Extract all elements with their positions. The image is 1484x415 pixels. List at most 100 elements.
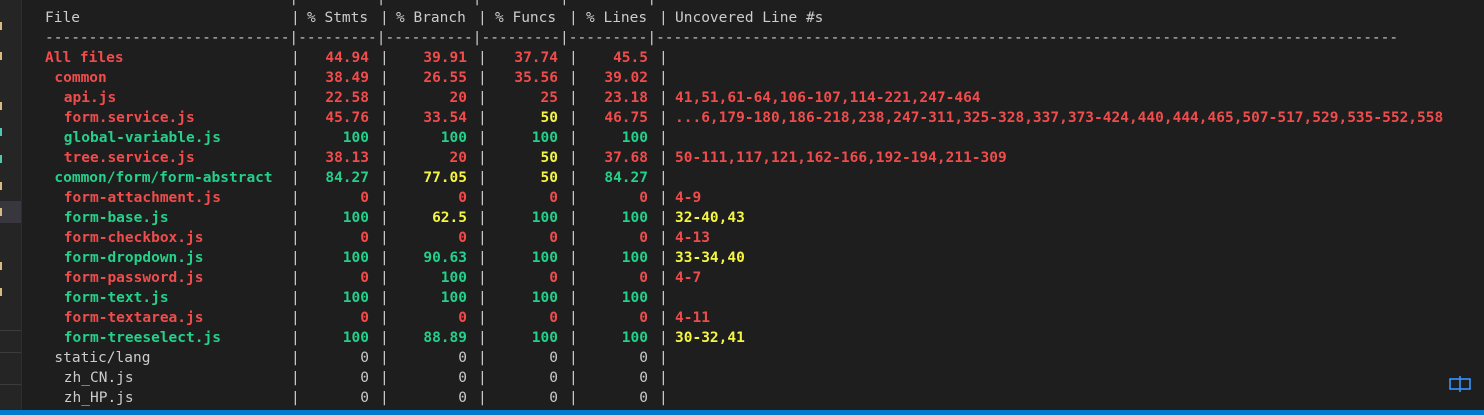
branch-value: 20 [449,90,467,106]
column-divider: | [659,250,668,266]
change-marker [0,155,2,163]
stmts-value: 0 [360,350,369,366]
uncovered-lines: 4-13 [675,230,710,246]
column-divider: | [569,330,578,346]
column-divider: | [478,370,487,386]
stmts-value: 0 [360,230,369,246]
file-name: form-checkbox.js [63,230,204,246]
table-row[interactable]: form.service.js 45.76 33.54 50 46.75 ...6,179… [21,108,1484,128]
table-row[interactable]: zh_HP.js 0 0 0 0 | | | | | [21,388,1484,408]
funcs-value: 37.74 [514,50,558,66]
funcs-value: 0 [549,270,558,286]
column-divider: | [291,290,300,306]
table-header: File % Stmts % Branch % Funcs % Lines Uncover… [21,8,1484,28]
column-divider: | [659,10,668,26]
column-divider: | [478,310,487,326]
column-divider: | [380,370,389,386]
column-divider: | [659,310,668,326]
column-divider: | [659,130,668,146]
lines-value: 0 [639,270,648,286]
column-header-2: % Branch [396,10,466,26]
table-row[interactable]: api.js 22.58 20 25 23.18 41,51,61-64,106-107,… [21,88,1484,108]
column-divider: | [478,390,487,406]
column-divider: | [659,270,668,286]
table-row[interactable]: form-attachment.js 0 0 0 0 4-9 | | | | | [21,188,1484,208]
table-row[interactable]: tree.service.js 38.13 20 50 37.68 50-111,117,… [21,148,1484,168]
column-divider: | [291,130,300,146]
lines-value: 45.5 [613,50,648,66]
column-divider: | [380,250,389,266]
branch-value: 39.91 [423,50,467,66]
table-row[interactable]: form-treeselect.js 100 88.89 100 100 30-32,41… [21,328,1484,348]
uncovered-lines: 33-34,40 [675,250,745,266]
funcs-value: 25 [540,90,558,106]
lines-value: 39.02 [604,70,648,86]
column-divider: | [291,70,300,86]
funcs-value: 35.56 [514,70,558,86]
column-divider: | [659,290,668,306]
table-row[interactable]: form-checkbox.js 0 0 0 0 4-13 | | | | | [21,228,1484,248]
column-header-file: File [45,10,80,26]
funcs-value: 0 [549,390,558,406]
table-row[interactable]: zh_CN.js 0 0 0 0 | | | | | [21,368,1484,388]
column-divider: | [569,370,578,386]
lines-value: 0 [639,390,648,406]
column-divider: | [569,90,578,106]
file-name: zh_HP.js [63,390,134,406]
funcs-value: 50 [540,150,558,166]
branch-value: 100 [440,270,467,286]
table-row[interactable]: common 38.49 26.55 35.56 39.02 | | | | | [21,68,1484,88]
change-marker [0,262,2,270]
branch-value: 0 [458,310,467,326]
change-marker [0,128,2,136]
stmts-value: 44.94 [325,50,369,66]
table-row[interactable]: form-password.js 0 100 0 0 4-7 | | | | | [21,268,1484,288]
table-row[interactable]: All files 44.94 39.91 37.74 45.5 | | | | | [21,48,1484,68]
branch-value: 26.55 [423,70,467,86]
column-divider: | [380,10,389,26]
funcs-value: 50 [540,170,558,186]
column-divider: | [291,10,300,26]
branch-value: 0 [458,190,467,206]
stmts-value: 84.27 [325,170,369,186]
funcs-value: 100 [531,130,558,146]
column-divider: | [291,50,300,66]
column-divider: | [569,150,578,166]
coverage-report[interactable]: ----------------------------|---------|-… [21,0,1484,410]
lines-value: 100 [621,210,648,226]
column-divider: | [569,270,578,286]
column-divider: | [659,190,668,206]
column-divider: | [659,110,668,126]
table-row[interactable]: form-text.js 100 100 100 100 | | | | | [21,288,1484,308]
table-row[interactable]: form-base.js 100 62.5 100 100 32-40,43 | | | | | [21,208,1484,228]
column-divider: | [659,330,668,346]
file-name: form-textarea.js [63,310,204,326]
table-row[interactable]: global-variable.js 100 100 100 100 | | | | | [21,128,1484,148]
uncovered-lines: 32-40,43 [675,210,745,226]
file-name: static/lang [54,350,151,366]
table-row[interactable]: form-textarea.js 0 0 0 0 4-11 | | | | | [21,308,1484,328]
lines-value: 84.27 [604,170,648,186]
lines-value: 0 [639,230,648,246]
change-marker [0,102,2,110]
column-divider: | [659,210,668,226]
stmts-value: 0 [360,270,369,286]
branch-value: 100 [440,130,467,146]
stmts-value: 100 [342,210,369,226]
gutter-divider [0,352,21,353]
table-row[interactable]: static/lang 0 0 0 0 | | | | | [21,348,1484,368]
uncovered-lines: 4-9 [675,190,702,206]
column-divider: | [380,130,389,146]
column-divider: | [478,70,487,86]
column-divider: | [569,110,578,126]
lines-value: 0 [639,350,648,366]
table-row[interactable]: common/form/form-abstract 84.27 77.05 50 84.… [21,168,1484,188]
table-row[interactable]: form-dropdown.js 100 90.63 100 100 33-34,40 | |… [21,248,1484,268]
column-divider: | [659,150,668,166]
column-divider: | [291,370,300,386]
split-terminal-icon[interactable] [1447,374,1475,394]
column-divider: | [478,230,487,246]
uncovered-lines: 41,51,61-64,106-107,114-221,247-464 [675,90,981,106]
stmts-value: 0 [360,310,369,326]
column-divider: | [569,130,578,146]
